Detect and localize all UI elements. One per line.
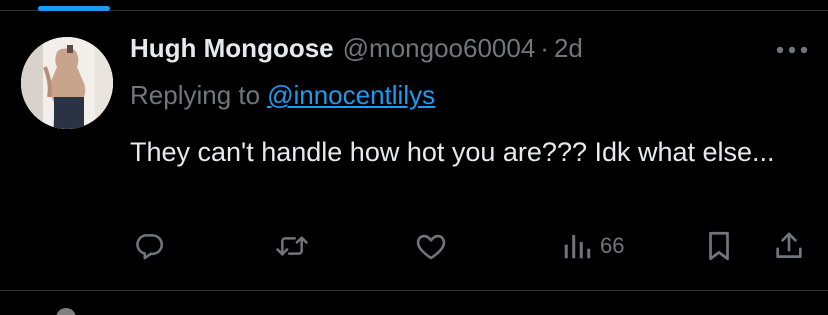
reply-button[interactable]	[132, 226, 166, 266]
tweet-actions: 66	[0, 226, 828, 266]
author-handle[interactable]: @mongoo60004	[343, 33, 536, 64]
tweet-text: They can't handle how hot you are??? Idk…	[130, 137, 775, 167]
more-dots-icon	[776, 46, 808, 54]
bottom-divider	[0, 290, 828, 291]
bookmark-icon	[709, 231, 729, 261]
top-divider	[0, 10, 828, 11]
reply-bubble-icon	[136, 234, 164, 260]
share-button[interactable]	[772, 226, 806, 266]
next-tweet-avatar-edge	[56, 308, 76, 315]
retweet-icon	[276, 236, 308, 256]
replying-to-prefix: Replying to	[130, 80, 261, 110]
share-icon	[776, 232, 802, 258]
replying-to-handle-link[interactable]: @innocentlilys	[267, 80, 435, 110]
author-display-name[interactable]: Hugh Mongoose	[130, 33, 334, 64]
more-options-button[interactable]	[775, 40, 809, 60]
active-tab-indicator	[38, 6, 110, 11]
header-separator: ·	[540, 33, 549, 63]
retweet-button[interactable]	[274, 226, 310, 266]
bar-chart-icon	[564, 235, 591, 259]
heart-icon	[416, 234, 446, 260]
tweet-header: Hugh Mongoose @mongoo60004 · 2d	[130, 33, 583, 69]
like-button[interactable]	[414, 226, 448, 266]
views-button[interactable]: 66	[562, 226, 624, 266]
tweet-view: Hugh Mongoose @mongoo60004 · 2d Replying…	[0, 0, 828, 315]
replying-to-line: Replying to @innocentlilys	[130, 80, 435, 111]
views-count: 66	[600, 233, 625, 258]
avatar-photo	[21, 37, 113, 129]
avatar[interactable]	[21, 37, 113, 129]
tweet-timestamp[interactable]: 2d	[554, 33, 583, 64]
bookmark-button[interactable]	[704, 226, 734, 266]
